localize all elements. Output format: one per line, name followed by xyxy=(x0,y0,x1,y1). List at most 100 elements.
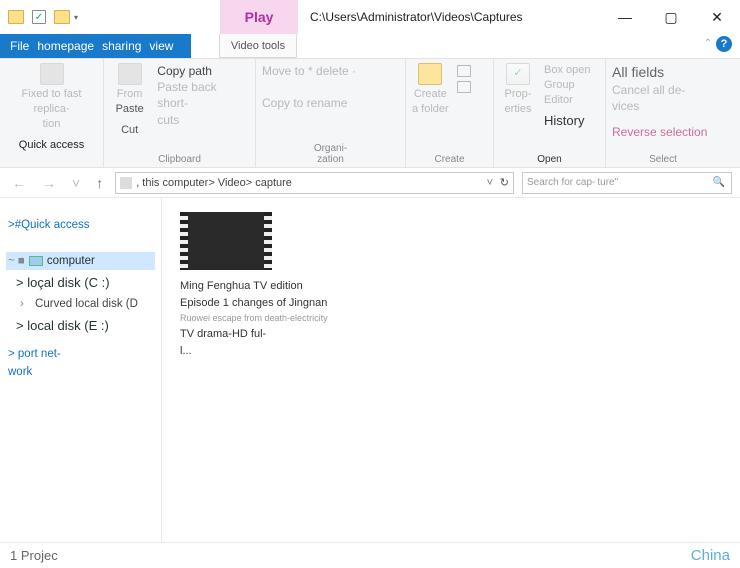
maximize-button[interactable]: ▢ xyxy=(648,0,694,34)
ribbon-group-quick-access: Fixed to fast replica- tion Quick access xyxy=(0,59,104,167)
file-line-4: TV drama-HD ful- xyxy=(180,326,340,343)
curved-d-label: Curved local disk (D xyxy=(35,298,138,310)
file-line-5: l... xyxy=(180,343,340,360)
properties-2: erties xyxy=(500,102,536,117)
file-caption: Ming Fenghua TV edition Episode 1 change… xyxy=(180,278,340,360)
window-title-path: C:\Users\Administrator\Videos\Captures xyxy=(298,0,602,34)
main-tabs: File homepage sharing view xyxy=(0,34,191,58)
search-box[interactable]: Search for cap- ture" 🔍 xyxy=(522,172,732,194)
tab-video-tools[interactable]: Video tools xyxy=(219,34,297,58)
breadcrumb[interactable]: , this computer> Video> capture xyxy=(136,177,292,189)
port-1: > port net- xyxy=(8,348,61,360)
sidebar-network-2: work xyxy=(6,363,155,381)
computer-label: computer xyxy=(47,255,95,267)
from-label: From xyxy=(110,87,149,102)
sidebar-local-e[interactable]: > local disk (E :) xyxy=(6,313,155,338)
main-area: >#Quick access ~ ■ computer > loçal disk… xyxy=(0,198,740,542)
quick-access-toolbar: ▾ xyxy=(0,0,86,34)
copy-path-button[interactable]: Copy path xyxy=(157,63,249,79)
copy-rename-button[interactable]: Copy to rename xyxy=(262,95,356,111)
sidebar-network[interactable]: > port net- xyxy=(6,338,155,363)
location-icon xyxy=(120,177,132,189)
create-folder-2: a folder xyxy=(412,102,449,117)
ribbon-group-open: ✓ Prop- erties Box open Group Editor His… xyxy=(494,59,606,167)
paste-button[interactable]: Paste xyxy=(110,102,149,117)
ribbon: Fixed to fast replica- tion Quick access… xyxy=(0,58,740,168)
new-item-icon[interactable] xyxy=(457,65,471,77)
ribbon-group-clipboard: From Paste Cut Copy path Paste back shor… xyxy=(104,59,256,167)
box-open-label[interactable]: Box open xyxy=(544,63,590,78)
pin-label-2: tion xyxy=(6,117,97,132)
recent-locations-icon[interactable]: ˅ xyxy=(68,175,84,191)
status-bar: 1 Projec China xyxy=(0,542,740,568)
back-button[interactable]: ← xyxy=(8,175,30,191)
paste-shortcut-1[interactable]: Paste back short- xyxy=(157,79,249,111)
play-label: Play xyxy=(245,9,274,25)
refresh-icon[interactable]: ↻ xyxy=(500,176,509,189)
ribbon-group-select: All fields Cancel all de- vices Reverse … xyxy=(606,59,720,167)
search-placeholder-2: ture" xyxy=(597,177,618,188)
qat-dropdown-icon[interactable]: ▾ xyxy=(74,13,78,22)
collapse-ribbon-icon[interactable]: ⌃ xyxy=(704,38,712,49)
sidebar-local-c[interactable]: > loçal disk (C :) xyxy=(6,270,155,295)
group-label-org-2: zation xyxy=(317,154,344,165)
group-label-create: Create xyxy=(412,152,487,165)
file-list[interactable]: Ming Fenghua TV edition Episode 1 change… xyxy=(162,198,740,542)
tab-strip: File homepage sharing view Video tools ⌃… xyxy=(0,34,740,58)
sidebar-curved-d[interactable]: › Curved local disk (D xyxy=(6,295,155,313)
group-editor-2: Editor xyxy=(544,93,590,108)
window-controls: — ▢ ✕ xyxy=(602,0,740,34)
properties-1: Prop- xyxy=(500,87,536,102)
up-button[interactable]: ↑ xyxy=(92,175,107,191)
file-item[interactable]: Ming Fenghua TV edition Episode 1 change… xyxy=(180,212,350,360)
search-icon[interactable]: 🔍 xyxy=(713,177,725,188)
sidebar-this-pc[interactable]: ~ ■ computer xyxy=(6,252,155,270)
properties-icon[interactable] xyxy=(32,10,46,24)
move-delete-button[interactable]: Move to * delete · xyxy=(262,63,356,79)
port-2: work xyxy=(8,366,32,378)
file-line-2: Episode 1 changes of Jingnan xyxy=(180,295,340,312)
tab-view[interactable]: view xyxy=(149,39,173,53)
forward-button[interactable]: → xyxy=(38,175,60,191)
all-fields-button[interactable]: All fields xyxy=(612,63,707,82)
paste-shortcut-2: cuts xyxy=(157,112,249,128)
language-indicator[interactable]: China xyxy=(691,547,730,564)
tab-homepage[interactable]: homepage xyxy=(37,39,94,53)
computer-icon xyxy=(29,256,43,266)
navigation-pane: >#Quick access ~ ■ computer > loçal disk… xyxy=(0,198,162,542)
tree-marker: ~ ■ xyxy=(8,255,25,267)
properties-icon[interactable]: ✓ xyxy=(506,63,530,85)
title-bar: ▾ Play C:\Users\Administrator\Videos\Cap… xyxy=(0,0,740,34)
minimize-button[interactable]: — xyxy=(602,0,648,34)
cut-button[interactable]: Cut xyxy=(110,123,149,138)
folder-icon-2[interactable] xyxy=(54,10,70,24)
pin-icon[interactable] xyxy=(40,63,64,85)
help-icon[interactable]: ? xyxy=(716,36,732,52)
quick-access-label[interactable]: Quick access xyxy=(6,138,97,153)
easy-access-icon[interactable] xyxy=(457,81,471,93)
tab-file[interactable]: File xyxy=(10,39,29,53)
pin-label-1: Fixed to fast replica- xyxy=(6,87,97,117)
cancel-devices-1[interactable]: Cancel all de- xyxy=(612,82,707,98)
address-dropdown-icon[interactable]: ˅ xyxy=(487,177,493,189)
group-label-open: Open xyxy=(500,152,599,165)
tab-sharing[interactable]: sharing xyxy=(102,39,141,53)
video-thumbnail[interactable] xyxy=(180,212,272,270)
address-bar[interactable]: , this computer> Video> capture ˅ ↻ xyxy=(115,172,514,194)
folder-icon[interactable] xyxy=(8,10,24,24)
paste-icon[interactable] xyxy=(118,63,142,85)
group-editor-1[interactable]: Group xyxy=(544,78,590,93)
history-button[interactable]: History xyxy=(544,112,590,130)
contextual-tab-play[interactable]: Play xyxy=(220,0,298,34)
reverse-selection-button[interactable]: Reverse selection xyxy=(612,124,707,140)
group-label-select: Select xyxy=(612,152,714,165)
ribbon-group-create: Create a folder Create xyxy=(406,59,494,167)
group-label-clipboard: Clipboard xyxy=(110,152,249,165)
new-folder-icon[interactable] xyxy=(418,63,442,85)
search-placeholder-1: Search for cap- xyxy=(527,177,595,188)
sidebar-quick-access[interactable]: >#Quick access xyxy=(6,216,155,234)
file-line-3: Ruowei escape from death-electricity xyxy=(180,312,340,326)
close-button[interactable]: ✕ xyxy=(694,0,740,34)
group-label-org-1: Organi- xyxy=(314,143,347,154)
item-count: 1 Projec xyxy=(10,548,58,563)
